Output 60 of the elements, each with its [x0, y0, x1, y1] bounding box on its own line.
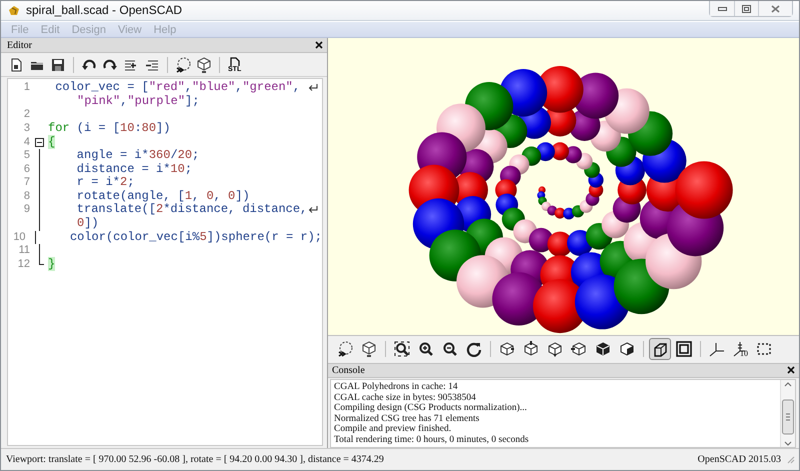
code-line: for (i = [10:80]) — [47, 122, 170, 136]
save-icon — [50, 56, 66, 73]
viewport-status: Viewport: translate = [ 970.00 52.96 -60.08 ], rotate = [ 94.20 0.00 94.30 ], distance = 4374.29 — [6, 454, 384, 466]
code-editor[interactable] — [7, 78, 323, 446]
render-button[interactable] — [195, 54, 213, 75]
page-icon — [230, 56, 240, 66]
console-line: Normalized CSG tree has 71 elements — [334, 414, 480, 424]
console-line: CGAL cache size in bytes: 90538504 — [334, 392, 477, 403]
cube-right-icon — [499, 341, 515, 358]
console-line: CGAL Polyhedrons in cache: 14 — [334, 382, 459, 393]
code-line: angle = i*360/20; — [76, 149, 200, 163]
maximize-icon — [742, 4, 751, 12]
code-line: color(color_vec[i%5])sphere(r = r); — [68, 230, 322, 244]
maximize-button[interactable] — [734, 1, 758, 16]
minimize-icon — [718, 6, 726, 12]
console-line: Compiling design (CSG Products normalization)... — [334, 403, 528, 414]
resize-grip-icon — [787, 456, 795, 464]
orthogonal-icon — [676, 341, 692, 358]
line-wrap-icon — [308, 205, 318, 214]
close-icon — [787, 366, 795, 374]
axes-icon — [709, 341, 725, 358]
edges-icon — [756, 341, 772, 358]
code-line: rotate(angle, [1, 0, 0]) — [76, 190, 250, 203]
perspective-button[interactable] — [649, 338, 671, 360]
app-icon — [7, 3, 21, 18]
cube-front-icon — [595, 341, 611, 358]
version-label: OpenSCAD 2015.03 — [698, 454, 781, 466]
scale-markers-button[interactable]: 10 — [730, 338, 751, 360]
fold-toggle-icon — [35, 138, 44, 147]
preview-icon — [175, 56, 191, 73]
code-line: r = i*2; — [76, 176, 134, 190]
cube-bottom-icon — [547, 341, 563, 358]
render-icon — [361, 341, 377, 358]
window-title: spiral_ball.scad - OpenSCAD — [26, 3, 184, 18]
cube-back-icon — [619, 341, 635, 358]
panel-title: Editor — [7, 40, 32, 51]
console-line: Total rendering time: 0 hours, 0 minutes, 0 seconds — [334, 434, 530, 446]
zoom-in-icon — [418, 341, 434, 358]
render-icon — [196, 56, 212, 73]
cube-top-icon — [523, 341, 539, 358]
reset-view-icon — [466, 341, 482, 358]
close-button[interactable] — [758, 1, 792, 16]
panel-title: Console — [332, 364, 365, 376]
close-panel-button[interactable] — [787, 366, 795, 374]
preview-button[interactable] — [174, 54, 192, 75]
code-line: color_vec = ["red","blue","green", "pink","purple"]; — [54, 81, 300, 108]
cube-left-icon — [571, 341, 587, 358]
preview-icon — [337, 341, 353, 358]
zoom-out-icon — [442, 341, 458, 358]
minimize-button[interactable] — [710, 1, 734, 16]
close-icon — [771, 4, 780, 12]
close-panel-button[interactable] — [315, 41, 323, 50]
close-icon — [315, 41, 323, 50]
code-line: translate([2*distance, distance, 0]) — [76, 203, 308, 231]
console-line: Compile and preview finished. — [334, 424, 452, 435]
code-line: distance = i*10; — [76, 162, 192, 176]
line-wrap-icon — [308, 83, 318, 92]
perspective-icon — [652, 341, 668, 358]
zoom-fit-icon — [394, 341, 410, 358]
scrollbar-drawing — [781, 380, 795, 448]
